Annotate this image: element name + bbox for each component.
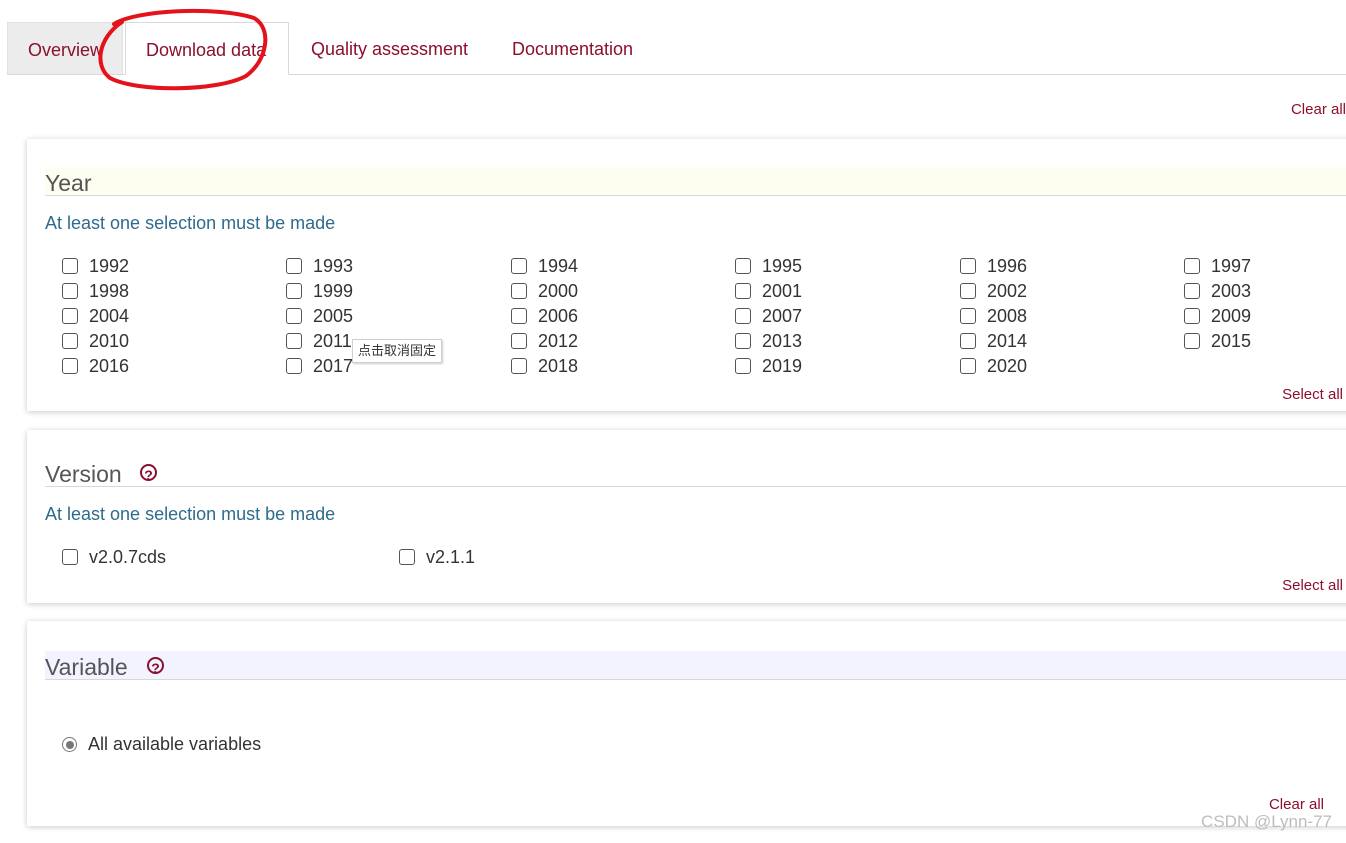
checkbox-box[interactable] bbox=[62, 549, 78, 565]
checkbox-label: 2006 bbox=[538, 306, 579, 326]
variable-panel: Variable ? All available variables Clear… bbox=[27, 621, 1346, 826]
year-panel: Year At least one selection must be made… bbox=[27, 139, 1346, 411]
checkbox-box[interactable] bbox=[62, 358, 78, 374]
checkbox-label: 1994 bbox=[538, 256, 579, 276]
tab-download-data[interactable]: Download data bbox=[125, 22, 289, 75]
checkbox-box[interactable] bbox=[1184, 308, 1200, 324]
checkbox-box[interactable] bbox=[511, 358, 527, 374]
checkbox-box[interactable] bbox=[735, 333, 751, 349]
checkbox-box[interactable] bbox=[286, 283, 302, 299]
version-requirement-note: At least one selection must be made bbox=[45, 504, 336, 524]
help-icon[interactable]: ? bbox=[147, 657, 164, 676]
checkbox-box[interactable] bbox=[511, 258, 527, 274]
checkbox-box[interactable] bbox=[1184, 258, 1200, 274]
checkbox-label: 2020 bbox=[987, 356, 1028, 376]
checkbox-box[interactable] bbox=[960, 258, 976, 274]
checkbox-box[interactable] bbox=[286, 358, 302, 374]
checkbox-box[interactable] bbox=[735, 308, 751, 324]
tab-documentation[interactable]: Documentation bbox=[512, 22, 633, 74]
checkbox-box[interactable] bbox=[286, 258, 302, 274]
version-select-all-link[interactable]: Select all bbox=[1282, 577, 1343, 594]
version-header: Version ? bbox=[45, 458, 1346, 487]
checkbox-box[interactable] bbox=[399, 549, 415, 565]
checkbox-box[interactable] bbox=[735, 358, 751, 374]
checkbox-label: 2012 bbox=[538, 331, 579, 351]
checkbox-label: 1995 bbox=[762, 256, 803, 276]
checkbox-box[interactable] bbox=[511, 333, 527, 349]
watermark: CSDN @Lynn-77 bbox=[1201, 812, 1332, 831]
version-panel: Version ? At least one selection must be… bbox=[27, 430, 1346, 603]
radio-selected-icon[interactable] bbox=[62, 737, 77, 752]
checkbox-label: 2017 bbox=[313, 356, 354, 376]
checkbox-box[interactable] bbox=[960, 333, 976, 349]
checkbox-label: 1997 bbox=[1211, 256, 1252, 276]
year-header: Year bbox=[45, 167, 1346, 196]
checkbox-label: 2001 bbox=[762, 281, 803, 301]
checkbox-label: v2.0.7cds bbox=[89, 547, 167, 567]
checkbox-box[interactable] bbox=[1184, 283, 1200, 299]
tab-quality-assessment[interactable]: Quality assessment bbox=[311, 22, 468, 74]
checkbox-box[interactable] bbox=[62, 258, 78, 274]
checkbox-label: 2011 bbox=[313, 331, 352, 351]
checkbox-box[interactable] bbox=[511, 308, 527, 324]
checkbox-label: 2016 bbox=[89, 356, 130, 376]
checkbox-label: 1996 bbox=[987, 256, 1028, 276]
year-title: Year bbox=[45, 170, 92, 196]
checkbox-label: 2008 bbox=[987, 306, 1028, 326]
checkbox-label: 2005 bbox=[313, 306, 354, 326]
checkbox-label: 2018 bbox=[538, 356, 579, 376]
checkbox-label: 2002 bbox=[987, 281, 1028, 301]
clear-all-link[interactable]: Clear all bbox=[1291, 101, 1346, 118]
checkbox-box[interactable] bbox=[62, 333, 78, 349]
checkbox-box[interactable] bbox=[62, 283, 78, 299]
checkbox-label: 2000 bbox=[538, 281, 579, 301]
version-title: Version bbox=[45, 461, 122, 487]
checkbox-label: 1993 bbox=[313, 256, 354, 276]
checkbox-label: 2019 bbox=[762, 356, 803, 376]
checkbox-label: 1998 bbox=[89, 281, 130, 301]
checkbox-box[interactable] bbox=[960, 358, 976, 374]
variable-clear-all-link[interactable]: Clear all bbox=[1269, 796, 1324, 813]
checkbox-box[interactable] bbox=[286, 333, 302, 349]
checkbox-label: 2014 bbox=[987, 331, 1028, 351]
checkbox-box[interactable] bbox=[511, 283, 527, 299]
unpin-tooltip: 点击取消固定 bbox=[352, 339, 443, 363]
radio-label: All available variables bbox=[88, 734, 262, 754]
checkbox-label: 2009 bbox=[1211, 306, 1252, 326]
checkbox-label: 2003 bbox=[1211, 281, 1252, 301]
checkbox-box[interactable] bbox=[735, 283, 751, 299]
checkbox-box[interactable] bbox=[735, 258, 751, 274]
checkbox-label: 2004 bbox=[89, 306, 130, 326]
tab-bar: Overview Download data Quality assessmen… bbox=[7, 22, 1346, 75]
checkbox-box[interactable] bbox=[960, 283, 976, 299]
checkbox-label: 2013 bbox=[762, 331, 803, 351]
checkbox-box[interactable] bbox=[1184, 333, 1200, 349]
variable-title: Variable bbox=[45, 654, 128, 680]
tab-overview[interactable]: Overview bbox=[7, 22, 123, 74]
checkbox-label: 2015 bbox=[1211, 331, 1252, 351]
checkbox-label: 1999 bbox=[313, 281, 354, 301]
checkbox-label: 2007 bbox=[762, 306, 803, 326]
variable-header: Variable ? bbox=[45, 651, 1346, 680]
checkbox-label: v2.1.1 bbox=[426, 547, 476, 567]
checkbox-label: 2010 bbox=[89, 331, 130, 351]
year-select-all-link[interactable]: Select all bbox=[1282, 386, 1343, 403]
checkbox-box[interactable] bbox=[286, 308, 302, 324]
checkbox-box[interactable] bbox=[62, 308, 78, 324]
year-requirement-note: At least one selection must be made bbox=[45, 213, 336, 233]
checkbox-label: 1992 bbox=[89, 256, 130, 276]
checkbox-box[interactable] bbox=[960, 308, 976, 324]
help-icon[interactable]: ? bbox=[140, 464, 157, 483]
